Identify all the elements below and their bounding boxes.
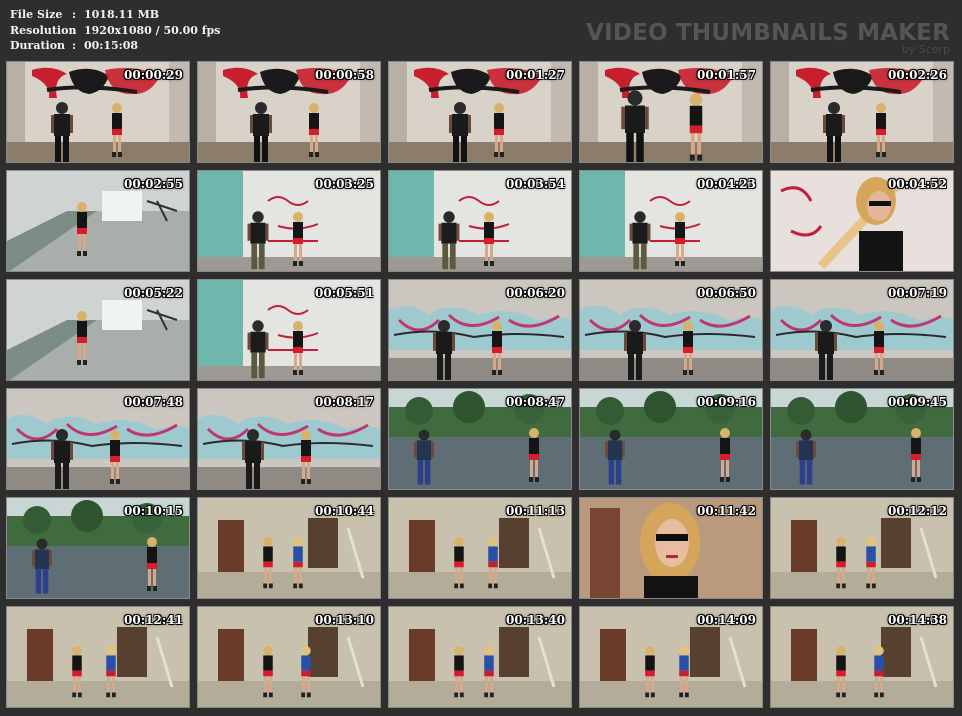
video-thumbnail[interactable]: 00:11:42: [579, 497, 763, 599]
file-size-label: File Size: [10, 8, 63, 21]
file-info-panel: File Size : 1018.11 MB Resolution : 1920…: [10, 7, 220, 54]
resolution-label: Resolution: [10, 23, 77, 37]
thumbnail-timestamp: 00:07:19: [888, 286, 947, 300]
thumbnail-timestamp: 00:04:52: [888, 177, 947, 191]
video-thumbnail[interactable]: 00:01:27: [388, 61, 572, 163]
video-thumbnail[interactable]: 00:03:25: [197, 170, 381, 272]
resolution-value: 1920x1080 / 50.00 fps: [84, 23, 221, 37]
resolution-row: Resolution : 1920x1080 / 50.00 fps: [10, 23, 220, 39]
video-thumbnail[interactable]: 00:13:40: [388, 606, 572, 708]
brand-watermark: VIDEO THUMBNAILS MAKER by Scorp: [586, 20, 950, 56]
thumbnail-timestamp: 00:13:10: [315, 613, 374, 627]
video-thumbnail[interactable]: 00:10:15: [6, 497, 190, 599]
video-thumbnail[interactable]: 00:13:10: [197, 606, 381, 708]
thumbnail-timestamp: 00:14:09: [697, 613, 756, 627]
thumbnail-timestamp: 00:02:55: [124, 177, 183, 191]
video-thumbnail[interactable]: 00:08:47: [388, 388, 572, 490]
thumbnail-timestamp: 00:06:20: [506, 286, 565, 300]
video-thumbnail[interactable]: 00:06:50: [579, 279, 763, 381]
video-thumbnail[interactable]: 00:06:20: [388, 279, 572, 381]
file-size-value: 1018.11 MB: [84, 8, 160, 21]
thumbnail-timestamp: 00:08:17: [315, 395, 374, 409]
thumbnail-timestamp: 00:05:22: [124, 286, 183, 300]
thumbnail-timestamp: 00:11:42: [697, 504, 756, 518]
video-thumbnail[interactable]: 00:04:52: [770, 170, 954, 272]
video-thumbnail[interactable]: 00:00:58: [197, 61, 381, 163]
video-thumbnail[interactable]: 00:04:23: [579, 170, 763, 272]
video-thumbnail[interactable]: 00:09:16: [579, 388, 763, 490]
video-thumbnail[interactable]: 00:12:41: [6, 606, 190, 708]
separator: :: [72, 23, 77, 37]
video-thumbnail[interactable]: 00:07:19: [770, 279, 954, 381]
duration-value: 00:15:08: [84, 39, 139, 52]
video-thumbnail[interactable]: 00:02:26: [770, 61, 954, 163]
thumbnail-timestamp: 00:08:47: [506, 395, 565, 409]
thumbnail-timestamp: 00:03:54: [506, 177, 565, 191]
thumbnail-timestamp: 00:09:45: [888, 395, 947, 409]
thumbnail-timestamp: 00:10:44: [315, 504, 374, 518]
thumbnail-timestamp: 00:01:27: [506, 68, 565, 82]
file-size-row: File Size : 1018.11 MB: [10, 7, 220, 23]
video-thumbnail[interactable]: 00:14:09: [579, 606, 763, 708]
video-thumbnail[interactable]: 00:14:38: [770, 606, 954, 708]
video-thumbnail[interactable]: 00:02:55: [6, 170, 190, 272]
thumbnail-timestamp: 00:12:41: [124, 613, 183, 627]
thumbnail-timestamp: 00:01:57: [697, 68, 756, 82]
video-thumbnail[interactable]: 00:11:13: [388, 497, 572, 599]
thumbnail-timestamp: 00:06:50: [697, 286, 756, 300]
thumbnail-timestamp: 00:07:48: [124, 395, 183, 409]
thumbnail-timestamp: 00:03:25: [315, 177, 374, 191]
thumbnail-timestamp: 00:10:15: [124, 504, 183, 518]
thumbnail-timestamp: 00:11:13: [506, 504, 565, 518]
separator: :: [72, 8, 77, 21]
video-thumbnail[interactable]: 00:12:12: [770, 497, 954, 599]
thumbnail-timestamp: 00:13:40: [506, 613, 565, 627]
video-thumbnail[interactable]: 00:10:44: [197, 497, 381, 599]
duration-row: Duration : 00:15:08: [10, 38, 220, 54]
thumbnail-timestamp: 00:04:23: [697, 177, 756, 191]
video-thumbnail[interactable]: 00:01:57: [579, 61, 763, 163]
thumbnail-timestamp: 00:00:29: [124, 68, 183, 82]
duration-label: Duration: [10, 39, 66, 52]
thumbnail-timestamp: 00:00:58: [315, 68, 374, 82]
video-thumbnail[interactable]: 00:03:54: [388, 170, 572, 272]
video-thumbnail[interactable]: 00:07:48: [6, 388, 190, 490]
thumbnail-timestamp: 00:12:12: [888, 504, 947, 518]
video-thumbnail[interactable]: 00:05:22: [6, 279, 190, 381]
thumbnail-timestamp: 00:02:26: [888, 68, 947, 82]
thumbnail-timestamp: 00:05:51: [315, 286, 374, 300]
video-thumbnail[interactable]: 00:05:51: [197, 279, 381, 381]
thumbnail-timestamp: 00:14:38: [888, 613, 947, 627]
thumbnail-timestamp: 00:09:16: [697, 395, 756, 409]
video-thumbnail[interactable]: 00:08:17: [197, 388, 381, 490]
video-thumbnail[interactable]: 00:00:29: [6, 61, 190, 163]
brand-title: VIDEO THUMBNAILS MAKER: [586, 20, 950, 46]
video-thumbnail[interactable]: 00:09:45: [770, 388, 954, 490]
separator: :: [72, 39, 77, 52]
